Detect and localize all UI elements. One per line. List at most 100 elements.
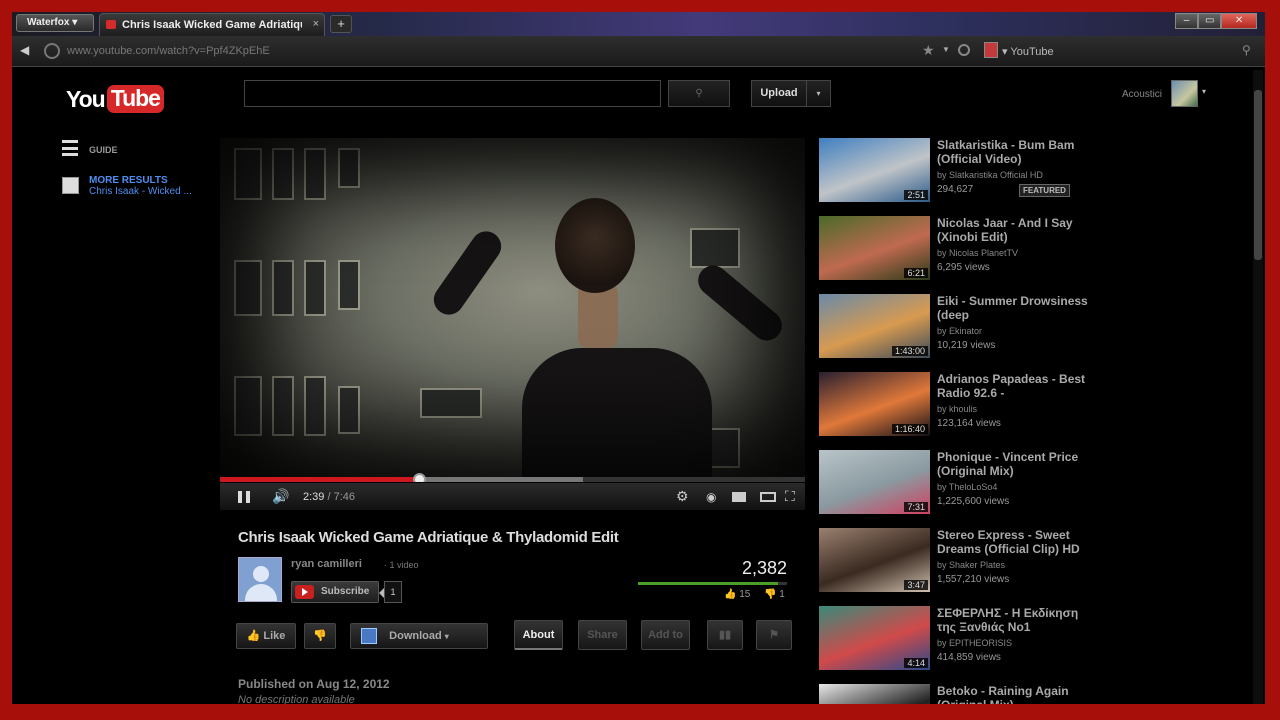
video-thumbnail[interactable]: 2:51: [819, 138, 930, 202]
tab-add-to[interactable]: Add to: [641, 620, 690, 650]
subscribe-button[interactable]: Subscribe: [291, 581, 379, 603]
thumbnail-duration: 1:43:00: [891, 346, 928, 356]
reload-icon[interactable]: [958, 44, 970, 56]
like-count: 👍 15: [724, 589, 750, 600]
dislike-thumb-icon: 👎: [313, 630, 327, 642]
youtube-play-icon: [295, 585, 314, 599]
thumbnail-duration: 4:14: [904, 658, 928, 668]
suggested-video-channel[interactable]: by TheloLoSo4: [937, 482, 997, 492]
suggested-video-title[interactable]: Nicolas Jaar - And I Say (Xinobi Edit): [937, 216, 1097, 244]
history-dropdown-icon[interactable]: ▼: [942, 45, 950, 54]
bookmark-star-icon[interactable]: ★: [922, 42, 935, 59]
video-thumbnail[interactable]: 1:43:00: [819, 294, 930, 358]
upload-button[interactable]: Upload ▾: [751, 80, 831, 107]
suggested-video-channel[interactable]: by khoulis: [937, 404, 977, 414]
thumbnail-duration: 7:31: [904, 502, 928, 512]
guide-label[interactable]: GUIDE: [89, 145, 118, 155]
close-window-button[interactable]: ✕: [1221, 13, 1257, 29]
new-tab-button[interactable]: +: [330, 15, 352, 33]
suggested-video-channel[interactable]: by EPITHEORISIS: [937, 638, 1012, 648]
browser-menu-button[interactable]: Waterfox ▾: [16, 14, 94, 32]
youtube-logo[interactable]: You Tube: [66, 84, 164, 114]
user-name[interactable]: Acoustici: [1122, 89, 1162, 100]
browser-search-box[interactable]: ▾ YouTube: [1002, 45, 1054, 58]
volume-icon[interactable]: 🔊: [272, 488, 289, 505]
thumbnail-duration: 1:16:40: [891, 424, 928, 434]
tab-about[interactable]: About: [514, 620, 563, 650]
suggested-video-channel[interactable]: by Ekinator: [937, 326, 982, 336]
suggested-video-item[interactable]: 4:14 ΣΕΦΕΡΛΗΣ - Η Εκδίκηση της Ξανθιάς No…: [819, 606, 1119, 676]
back-arrow-icon[interactable]: ◀: [20, 43, 29, 57]
suggested-video-channel[interactable]: by Slatkaristika Official HD: [937, 170, 1043, 180]
tab-close-icon[interactable]: ×: [313, 18, 319, 30]
search-engine-icon[interactable]: [984, 42, 998, 58]
suggested-video-item[interactable]: 3:47 Stereo Express - Sweet Dreams (Offic…: [819, 528, 1119, 598]
scrollbar-thumb[interactable]: [1254, 90, 1262, 260]
current-time: 2:39: [303, 491, 325, 503]
search-button[interactable]: ⚲: [668, 80, 730, 107]
pause-icon[interactable]: [238, 491, 250, 503]
search-icon[interactable]: ⚲: [1242, 43, 1251, 57]
suggested-video-title[interactable]: Stereo Express - Sweet Dreams (Official …: [937, 528, 1097, 556]
video-thumbnail[interactable]: 3:47: [819, 528, 930, 592]
channel-name[interactable]: ryan camilleri: [291, 558, 362, 570]
maximize-button[interactable]: ▭: [1198, 13, 1222, 29]
browser-nav-bar: ◀ www.youtube.com/watch?v=Ppf4ZKpEhE ★ ▼…: [12, 36, 1265, 67]
youtube-favicon-icon: [106, 20, 116, 29]
large-player-icon[interactable]: [760, 492, 776, 502]
annotations-icon[interactable]: ◉: [706, 490, 716, 504]
user-avatar[interactable]: [1171, 80, 1198, 107]
suggested-video-title[interactable]: Adrianos Papadeas - Best Radio 92.6 -: [937, 372, 1097, 400]
window-controls: – ▭ ✕: [1175, 13, 1257, 29]
address-bar[interactable]: www.youtube.com/watch?v=Ppf4ZKpEhE: [67, 45, 270, 57]
more-results-link[interactable]: MORE RESULTS: [89, 175, 168, 186]
settings-gear-icon[interactable]: ⚙: [676, 488, 689, 505]
video-thumbnail[interactable]: 1:16:40: [819, 372, 930, 436]
suggested-video-title[interactable]: Slatkaristika - Bum Bam (Official Video): [937, 138, 1097, 166]
search-input[interactable]: [244, 80, 661, 107]
channel-avatar[interactable]: [238, 557, 282, 602]
suggested-video-title[interactable]: ΣΕΦΕΡΛΗΣ - Η Εκδίκηση της Ξανθιάς No1: [937, 606, 1097, 634]
guide-menu-icon[interactable]: [62, 140, 78, 156]
video-thumbnail[interactable]: 7:31: [819, 450, 930, 514]
suggested-video-title[interactable]: Eiki - Summer Drowsiness (deep: [937, 294, 1097, 322]
video-thumbnail[interactable]: 4:14: [819, 606, 930, 670]
suggested-video-item[interactable]: 2:51 Slatkaristika - Bum Bam (Official Vi…: [819, 138, 1119, 208]
site-identity-icon[interactable]: [44, 43, 60, 59]
suggested-video-item[interactable]: Betoko - Raining Again (Original Mix): [819, 684, 1119, 704]
browser-tab-active[interactable]: Chris Isaak Wicked Game Adriatique ... ×: [99, 13, 325, 36]
account-dropdown-icon[interactable]: ▾: [1202, 87, 1206, 96]
thumbnail-duration: 6:21: [904, 268, 928, 278]
suggested-video-channel[interactable]: by Nicolas PlanetTV: [937, 248, 1018, 258]
download-button[interactable]: Download ▾: [350, 623, 488, 649]
tab-share[interactable]: Share: [578, 620, 627, 650]
like-thumb-icon: 👍: [246, 630, 261, 642]
minimize-button[interactable]: –: [1175, 13, 1199, 29]
upload-dropdown-icon[interactable]: ▾: [807, 81, 830, 106]
small-player-icon[interactable]: [732, 492, 746, 502]
video-thumbnail[interactable]: 6:21: [819, 216, 930, 280]
browser-tab-title: Chris Isaak Wicked Game Adriatique ...: [122, 19, 302, 31]
stats-button[interactable]: ▮▮: [707, 620, 743, 650]
suggested-video-views: 1,225,600 views: [937, 496, 1010, 507]
more-results-query[interactable]: Chris Isaak - Wicked ...: [89, 186, 199, 197]
duration: / 7:46: [327, 491, 356, 503]
suggested-video-item[interactable]: 1:16:40 Adrianos Papadeas - Best Radio 92…: [819, 372, 1119, 442]
suggested-video-item[interactable]: 6:21 Nicolas Jaar - And I Say (Xinobi Edi…: [819, 216, 1119, 286]
like-button[interactable]: 👍 Like: [236, 623, 296, 649]
suggested-video-item[interactable]: 7:31 Phonique - Vincent Price (Original M…: [819, 450, 1119, 520]
suggested-video-item[interactable]: 1:43:00 Eiki - Summer Drowsiness (deep by …: [819, 294, 1119, 364]
dislike-button[interactable]: 👎: [304, 623, 336, 649]
suggested-video-views: 6,295 views: [937, 262, 990, 273]
channel-video-count[interactable]: · 1 video: [384, 560, 419, 570]
video-player[interactable]: [220, 138, 805, 478]
suggested-video-title[interactable]: Phonique - Vincent Price (Original Mix): [937, 450, 1097, 478]
video-thumbnail[interactable]: [819, 684, 930, 704]
suggested-video-title[interactable]: Betoko - Raining Again (Original Mix): [937, 684, 1097, 704]
more-results-icon[interactable]: [62, 177, 79, 194]
report-flag-button[interactable]: ⚑: [756, 620, 792, 650]
fullscreen-icon[interactable]: ⛶: [785, 488, 795, 505]
suggested-video-channel[interactable]: by Shaker Plates: [937, 560, 1005, 570]
stats-icon: ▮▮: [718, 629, 732, 641]
suggested-video-views: 123,164 views: [937, 418, 1001, 429]
